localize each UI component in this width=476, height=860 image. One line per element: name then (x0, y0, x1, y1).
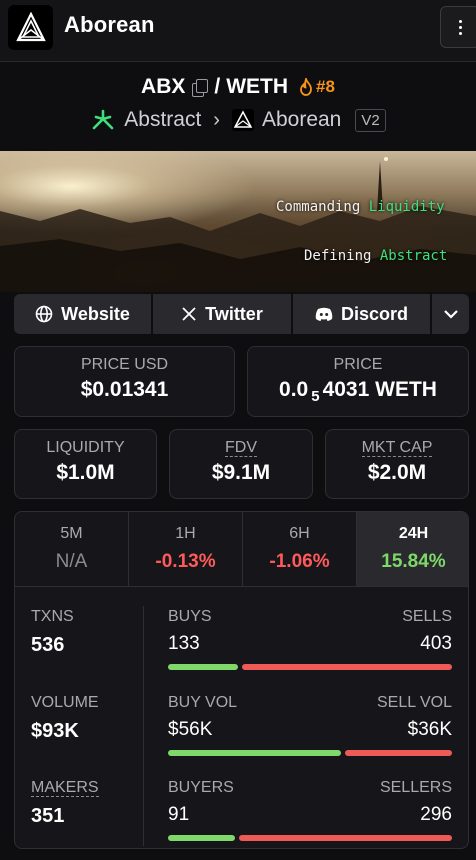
website-button[interactable]: Website (14, 294, 151, 334)
social-links: Website Twitter Discord (14, 294, 469, 334)
fdv-value: $9.1M (211, 461, 271, 484)
txns-value: 536 (31, 634, 65, 656)
chain-name[interactable]: Abstract (124, 108, 201, 132)
price-native-label: PRICE (333, 356, 383, 373)
chain-breadcrumb: Abstract › Aborean V2 (0, 108, 476, 132)
tab-6h[interactable]: 6H -1.06% (243, 512, 357, 586)
fdv-label[interactable]: FDV (170, 439, 312, 457)
tab-24h[interactable]: 24H 15.84% (357, 512, 468, 586)
banner-line-1: Commanding Liquidity (276, 199, 445, 215)
copy-icon[interactable] (191, 78, 209, 97)
website-label: Website (61, 303, 130, 324)
sell-share-fill (242, 664, 452, 670)
flame-icon (300, 78, 312, 96)
buyers-sellers-bar (168, 835, 452, 841)
tab-5m-change: N/A (55, 551, 88, 572)
mcap-value: $2.0M (367, 461, 427, 484)
price-usd-value: $0.01341 (80, 378, 169, 401)
buy-share-fill (168, 835, 235, 841)
aborean-logo-icon[interactable] (8, 5, 53, 50)
trading-stats-panel: 5M N/A 1H -0.13% 6H -1.06% 24H 15.84% TX… (14, 511, 469, 849)
makers-stat: MAKERS 351 (31, 779, 99, 827)
buys-value: 133 (168, 633, 200, 654)
volume-stat: VOLUME $93K (31, 694, 99, 742)
timeframe-tabs: 5M N/A 1H -0.13% 6H -1.06% 24H 15.84% (15, 512, 468, 587)
chevron-right-icon: › (213, 108, 220, 131)
pair-title: ABX / WETH #8 (0, 75, 476, 99)
version-badge: V2 (355, 108, 386, 132)
abstract-chain-icon (92, 109, 114, 130)
discord-icon (315, 307, 333, 321)
base-token: ABX (141, 75, 186, 98)
sell-share-fill (238, 835, 452, 841)
makers-value: 351 (31, 805, 65, 827)
twitter-button[interactable]: Twitter (153, 294, 291, 334)
tab-5m[interactable]: 5M N/A (15, 512, 129, 586)
twitter-label: Twitter (205, 303, 263, 324)
discord-label: Discord (340, 303, 409, 324)
price-usd-card: PRICE USD $0.01341 (14, 346, 235, 417)
liquidity-value: $1.0M (56, 461, 115, 484)
vertical-dots-icon[interactable] (440, 6, 476, 48)
stats-divider (143, 606, 144, 846)
buy-share-fill (168, 750, 341, 756)
price-native-value: 0.0 5 4031 WETH (279, 378, 437, 406)
txns-stat: TXNS 536 (31, 608, 74, 656)
chevron-down-icon (443, 310, 458, 319)
sellers-value: 296 (420, 804, 452, 825)
liquidity-label: LIQUIDITY (46, 439, 125, 456)
x-twitter-icon (182, 307, 196, 321)
buys-sells-row: BUYS SELLS 133 403 (168, 608, 452, 670)
aborean-dex-icon (231, 109, 254, 131)
buyers-sellers-row: BUYERS SELLERS 91 296 (168, 779, 452, 841)
banner-landscape (0, 157, 476, 292)
discord-button[interactable]: Discord (293, 294, 430, 334)
sells-value: 403 (420, 633, 452, 654)
header-banner-image: Commanding Liquidity Defining Abstract (0, 151, 476, 292)
liquidity-card: LIQUIDITY $1.0M (14, 429, 157, 499)
rank-label: #8 (316, 77, 335, 96)
volume-split-bar (168, 750, 452, 756)
pair-separator: / (214, 75, 221, 98)
dex-name[interactable]: Aborean (262, 108, 341, 132)
mcap-label[interactable]: MKT CAP (326, 439, 468, 457)
app-header: Aborean (0, 0, 476, 62)
tab-24h-change: 15.84% (381, 551, 446, 572)
tab-1h-change: -0.13% (155, 551, 216, 572)
banner-line-2: Defining Abstract (304, 248, 448, 264)
fdv-card: FDV $9.1M (169, 429, 313, 499)
volume-value: $93K (31, 720, 79, 742)
price-native-card: PRICE 0.0 5 4031 WETH (247, 346, 469, 417)
tab-1h[interactable]: 1H -0.13% (129, 512, 243, 586)
buy-share-fill (168, 664, 239, 670)
price-usd-label: PRICE USD (80, 356, 169, 373)
quote-token: WETH (226, 75, 289, 98)
sell-vol-value: $36K (407, 719, 452, 740)
buy-vol-value: $56K (168, 719, 213, 740)
app-title: Aborean (64, 12, 155, 37)
more-links-button[interactable] (432, 294, 469, 334)
sell-share-fill (344, 750, 452, 756)
volume-split-row: BUY VOL SELL VOL $56K $36K (168, 694, 452, 756)
buyers-value: 91 (168, 804, 190, 825)
mcap-card: MKT CAP $2.0M (325, 429, 469, 499)
trending-rank[interactable]: #8 (298, 77, 335, 97)
tab-6h-change: -1.06% (269, 551, 330, 572)
globe-icon (35, 305, 53, 323)
buys-sells-bar (168, 664, 452, 670)
